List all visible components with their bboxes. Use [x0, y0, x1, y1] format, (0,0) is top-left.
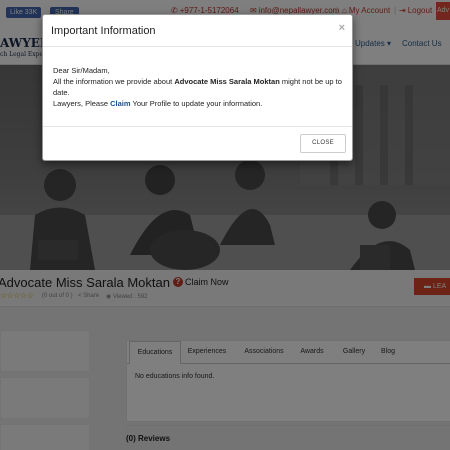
disclaimer-prefix: All the information we provide about	[53, 77, 175, 86]
claim-prompt-prefix: Lawyers, Please	[53, 99, 111, 108]
modal-greeting: Dear Sir/Madam,	[53, 66, 110, 75]
modal-header: Important Information ×	[43, 15, 352, 47]
modal-body: Dear Sir/Madam, All the information we p…	[53, 65, 343, 109]
modal-close-button[interactable]: CLOSE	[300, 134, 346, 153]
modal-title: Important Information	[51, 25, 156, 37]
important-information-modal: Important Information × Dear Sir/Madam, …	[42, 14, 353, 161]
close-icon[interactable]: ×	[339, 22, 345, 34]
claim-prompt-suffix: Your Profile to update your information.	[130, 99, 263, 108]
page: Like 33K Share ✆+977-1-5172064 ✉info@nep…	[0, 0, 450, 450]
claim-profile-link[interactable]: Claim	[110, 99, 130, 108]
modal-footer-divider	[43, 126, 352, 127]
modal-claim-prompt: Lawyers, Please Claim Your Profile to up…	[53, 98, 343, 109]
disclaimer-lawyer-name: Advocate Miss Sarala Moktan	[174, 77, 280, 86]
modal-disclaimer: All the information we provide about Adv…	[53, 76, 343, 98]
